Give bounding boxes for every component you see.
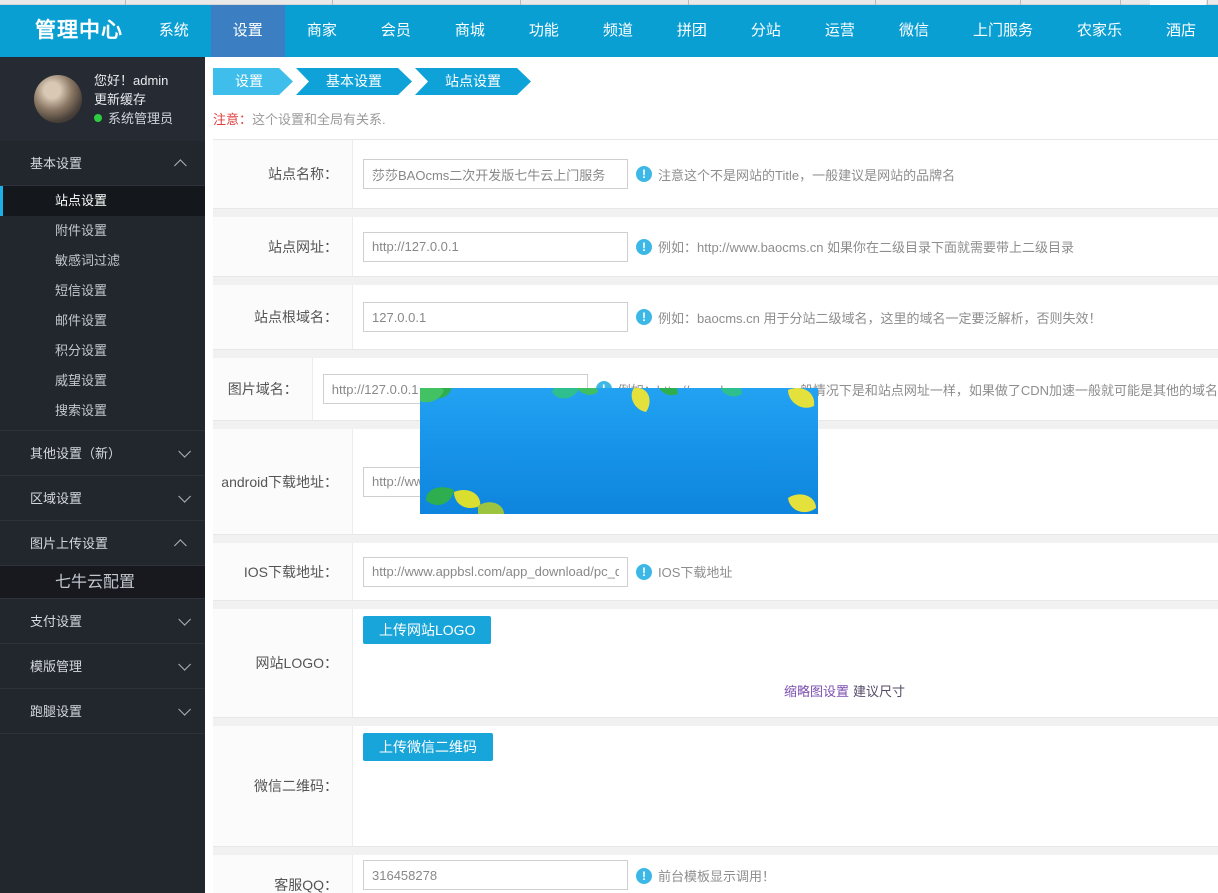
root-domain-hint: 例如：baocms.cn 用于分站二级域名，这里的域名一定要泛解析，否则失效！	[658, 310, 1102, 326]
image-domain-label: 图片域名：	[213, 358, 313, 420]
sidebar-section-payment-settings[interactable]: 支付设置	[0, 599, 205, 644]
site-name-label: 站点名称：	[213, 140, 353, 208]
breadcrumb: 设置 基本设置 站点设置	[205, 57, 1218, 95]
sidebar-item-attachment-settings[interactable]: 附件设置	[0, 216, 205, 246]
settings-form: 站点名称： 注意这个不是网站的Title，一般建议是网站的品牌名 站点网址： 例…	[213, 139, 1218, 893]
info-icon	[636, 309, 652, 325]
form-row-wechat-qrcode: 微信二维码： 上传微信二维码	[213, 726, 1218, 847]
ios-download-hint: IOS下载地址	[658, 565, 733, 580]
site-url-label: 站点网址：	[213, 217, 353, 276]
page-notice: 注意：这个设置和全局有关系.	[213, 112, 386, 127]
info-icon	[636, 867, 652, 884]
root-domain-input[interactable]	[363, 302, 628, 332]
chevron-down-icon	[178, 444, 191, 458]
sidebar-section-template-management[interactable]: 模版管理	[0, 644, 205, 689]
service-qq-hint: 前台模板显示调用！	[658, 869, 776, 884]
breadcrumb-basic-settings[interactable]: 基本设置	[296, 68, 412, 95]
thumbnail-settings-link[interactable]: 缩略图设置	[784, 684, 849, 699]
sidebar-item-sms-settings[interactable]: 短信设置	[0, 276, 205, 306]
leaf-decoration	[420, 388, 816, 514]
wechat-qrcode-label: 微信二维码：	[213, 726, 353, 846]
basic-settings-submenu: 站点设置 附件设置 敏感词过滤 短信设置 邮件设置 积分设置 威望设置 搜索设置	[0, 186, 205, 431]
sidebar-item-site-settings[interactable]: 站点设置	[0, 186, 205, 216]
thumbnail-note: 缩略图设置 建议尺寸	[784, 681, 905, 700]
site-logo-label: 网站LOGO：	[213, 609, 353, 717]
online-status-icon	[94, 114, 102, 122]
nav-item-function[interactable]: 功能	[507, 5, 581, 57]
sidebar-item-mail-settings[interactable]: 邮件设置	[0, 306, 205, 336]
nav-item-member[interactable]: 会员	[359, 5, 433, 57]
service-qq-label: 客服QQ：	[213, 855, 353, 893]
nav-item-doorservice[interactable]: 上门服务	[951, 5, 1055, 57]
service-qq-input[interactable]	[363, 860, 628, 890]
breadcrumb-site-settings[interactable]: 站点设置	[415, 68, 531, 95]
form-row-service-qq: 客服QQ： 前台模板显示调用！	[213, 855, 1218, 893]
android-download-label: android下载地址：	[213, 429, 353, 534]
app-title: 管理中心	[35, 19, 123, 42]
chevron-down-icon	[178, 657, 191, 671]
root-domain-label: 站点根域名：	[213, 285, 353, 349]
refresh-cache-link[interactable]: 更新缓存	[94, 90, 173, 109]
form-row-site-name: 站点名称： 注意这个不是网站的Title，一般建议是网站的品牌名	[213, 140, 1218, 209]
nav-item-groupbuy[interactable]: 拼团	[655, 5, 729, 57]
suggested-size-text: 建议尺寸	[853, 684, 906, 699]
site-url-hint: 例如：http://www.baocms.cn 如果你在二级目录下面就需要带上二…	[658, 240, 1075, 255]
info-icon	[636, 563, 652, 580]
sidebar-section-image-upload-settings[interactable]: 图片上传设置	[0, 521, 205, 566]
site-name-input[interactable]	[363, 159, 628, 189]
breadcrumb-settings[interactable]: 设置	[213, 68, 293, 95]
sidebar-item-prestige-settings[interactable]: 威望设置	[0, 366, 205, 396]
nav-item-system[interactable]: 系统	[137, 5, 211, 57]
nav-item-substation[interactable]: 分站	[729, 5, 803, 57]
nav-menu: 系统 设置 商家 会员 商城 功能 频道 拼团 分站 运营 微信 上门服务 农家…	[137, 5, 1218, 57]
site-url-input[interactable]	[363, 231, 628, 262]
nav-item-farmhouse[interactable]: 农家乐	[1055, 5, 1144, 57]
chevron-up-icon	[174, 538, 187, 552]
nav-item-hotel[interactable]: 酒店	[1144, 5, 1218, 57]
top-nav: 管理中心 系统 设置 商家 会员 商城 功能 频道 拼团 分站 运营 微信 上门…	[0, 5, 1218, 57]
sidebar-section-errand-settings[interactable]: 跑腿设置	[0, 689, 205, 734]
form-row-site-url: 站点网址： 例如：http://www.baocms.cn 如果你在二级目录下面…	[213, 217, 1218, 277]
nav-item-settings[interactable]: 设置	[210, 5, 285, 57]
sidebar-item-qiniu-config[interactable]: 七牛云配置	[0, 566, 205, 599]
user-role: 系统管理员	[108, 110, 174, 126]
info-icon	[636, 166, 652, 182]
nav-item-merchant[interactable]: 商家	[285, 5, 359, 57]
chevron-down-icon	[178, 702, 191, 716]
nav-item-channel[interactable]: 频道	[581, 5, 655, 57]
nav-item-mall[interactable]: 商城	[433, 5, 507, 57]
site-name-hint: 注意这个不是网站的Title，一般建议是网站的品牌名	[658, 167, 956, 183]
nav-item-operation[interactable]: 运营	[803, 5, 877, 57]
ios-download-input[interactable]	[363, 556, 628, 587]
form-row-site-logo: 网站LOGO： 上传网站LOGO 缩略图设置 建议尺寸	[213, 609, 1218, 718]
ios-download-label: IOS下载地址：	[213, 543, 353, 600]
nav-item-wechat[interactable]: 微信	[877, 5, 951, 57]
sidebar-item-search-settings[interactable]: 搜索设置	[0, 396, 205, 426]
sidebar-section-other-settings[interactable]: 其他设置（新）	[0, 431, 205, 476]
chevron-up-icon	[174, 158, 187, 172]
upload-logo-button[interactable]: 上传网站LOGO	[363, 616, 492, 644]
chevron-down-icon	[178, 489, 191, 503]
avatar	[34, 75, 82, 123]
user-greeting: 您好！admin	[94, 72, 169, 88]
upload-wechat-qrcode-button[interactable]: 上传微信二维码	[363, 733, 493, 761]
form-row-root-domain: 站点根域名： 例如：baocms.cn 用于分站二级域名，这里的域名一定要泛解析…	[213, 285, 1218, 350]
page: { "nav": { "brand": "管理中心", "items": [ {…	[0, 0, 1218, 893]
sidebar-section-region-settings[interactable]: 区域设置	[0, 476, 205, 521]
sidebar-item-points-settings[interactable]: 积分设置	[0, 336, 205, 366]
chevron-down-icon	[178, 612, 191, 626]
sidebar: 您好！admin 更新缓存 系统管理员 基本设置 站点设置 附件设置 敏感词过滤…	[0, 57, 205, 893]
info-icon	[636, 238, 652, 255]
sidebar-section-basic-settings[interactable]: 基本设置	[0, 141, 205, 186]
banner-image-overlay	[420, 388, 818, 514]
user-panel: 您好！admin 更新缓存 系统管理员	[0, 57, 205, 141]
form-row-ios-download: IOS下载地址： IOS下载地址	[213, 543, 1218, 601]
sidebar-item-sensitive-words[interactable]: 敏感词过滤	[0, 246, 205, 276]
